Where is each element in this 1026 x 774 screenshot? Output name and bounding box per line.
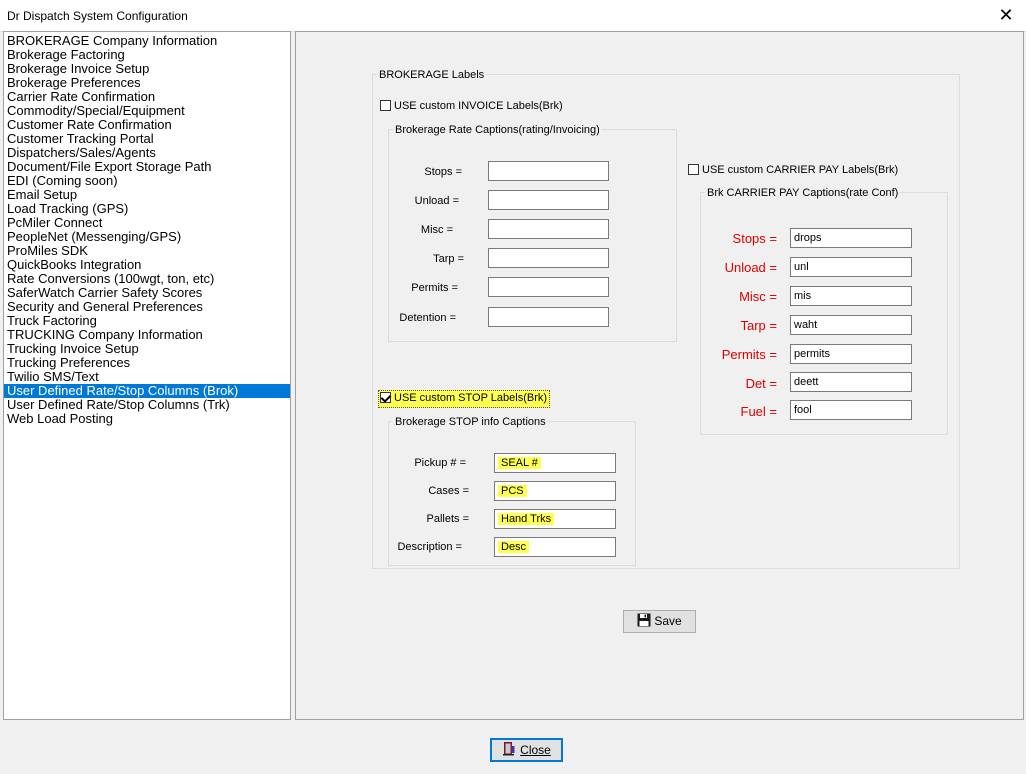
- rate-unload-label: Unload =: [414, 195, 459, 207]
- save-button[interactable]: Save: [623, 610, 696, 633]
- carrier-fuel-label: Fuel =: [740, 404, 778, 419]
- brokerage-labels-title: BROKERAGE Labels: [377, 69, 487, 81]
- category-item[interactable]: PeopleNet (Messenging/GPS): [4, 230, 290, 244]
- rate-permits-label: Permits =: [411, 282, 458, 294]
- stop-cases-label: Cases =: [428, 485, 469, 497]
- stop-pallets-value: Hand Trks: [498, 513, 555, 525]
- stop-labels-checkbox[interactable]: USE custom STOP Labels(Brk): [378, 390, 551, 408]
- carrier-stops-label: Stops =: [732, 231, 777, 246]
- floppy-disk-icon: [637, 613, 651, 627]
- category-item[interactable]: TRUCKING Company Information: [4, 328, 290, 342]
- category-item[interactable]: QuickBooks Integration: [4, 258, 290, 272]
- save-button-label: Save: [654, 614, 682, 628]
- category-item[interactable]: Truck Factoring: [4, 314, 290, 328]
- rate-misc-input[interactable]: [488, 219, 609, 239]
- carrier-fuel-input[interactable]: fool: [790, 400, 912, 420]
- category-item[interactable]: PcMiler Connect: [4, 216, 290, 230]
- stop-pickup-value: SEAL #: [498, 457, 541, 469]
- carrier-permits-input[interactable]: permits: [790, 344, 912, 364]
- door-exit-icon: [503, 742, 515, 756]
- stop-pickup-input[interactable]: SEAL #: [494, 453, 616, 473]
- category-item-selected[interactable]: User Defined Rate/Stop Columns (Brok): [4, 384, 290, 398]
- stop-pallets-input[interactable]: Hand Trks: [494, 509, 616, 529]
- close-button[interactable]: Close: [490, 738, 563, 762]
- category-item[interactable]: Brokerage Factoring: [4, 48, 290, 62]
- rate-detention-input[interactable]: [488, 307, 609, 327]
- stop-cases-value: PCS: [498, 485, 527, 497]
- rate-permits-input[interactable]: [488, 277, 609, 297]
- category-item[interactable]: Commodity/Special/Equipment: [4, 104, 290, 118]
- carrier-unload-label: Unload =: [724, 260, 777, 275]
- carrier-pay-captions-title: Brk CARRIER PAY Captions(rate Conf): [705, 187, 901, 199]
- rate-detention-label: Detention =: [399, 312, 456, 324]
- settings-panel: BROKERAGE Labels USE custom INVOICE Labe…: [295, 31, 1024, 720]
- close-window-icon[interactable]: ✕: [994, 3, 1018, 27]
- category-item[interactable]: BROKERAGE Company Information: [4, 34, 290, 48]
- category-item[interactable]: Security and General Preferences: [4, 300, 290, 314]
- category-item[interactable]: Load Tracking (GPS): [4, 202, 290, 216]
- category-item[interactable]: Brokerage Invoice Setup: [4, 62, 290, 76]
- config-category-list[interactable]: BROKERAGE Company Information Brokerage …: [3, 31, 291, 720]
- category-item[interactable]: Document/File Export Storage Path: [4, 160, 290, 174]
- rate-tarp-input[interactable]: [488, 248, 609, 268]
- stop-pallets-label: Pallets =: [426, 513, 470, 525]
- category-item[interactable]: Web Load Posting: [4, 412, 290, 426]
- rate-tarp-label: Tarp =: [433, 253, 464, 265]
- stop-captions-title: Brokerage STOP info Captions: [393, 416, 548, 428]
- rate-stops-label: Stops =: [424, 166, 462, 178]
- category-item[interactable]: Trucking Invoice Setup: [4, 342, 290, 356]
- close-button-label: Close: [520, 743, 551, 757]
- category-item[interactable]: Customer Tracking Portal: [4, 132, 290, 146]
- carrier-misc-input[interactable]: mis: [790, 286, 912, 306]
- stop-pickup-label: Pickup # =: [414, 457, 466, 469]
- stop-description-label: Description =: [397, 541, 462, 553]
- category-item[interactable]: Brokerage Preferences: [4, 76, 290, 90]
- category-item[interactable]: Trucking Preferences: [4, 356, 290, 370]
- category-item[interactable]: ProMiles SDK: [4, 244, 290, 258]
- rate-stops-input[interactable]: [488, 161, 609, 181]
- carrier-misc-label: Misc =: [739, 289, 777, 304]
- invoice-labels-checkbox-label: USE custom INVOICE Labels(Brk): [394, 100, 563, 112]
- stop-description-input[interactable]: Desc: [494, 537, 616, 557]
- rate-captions-title: Brokerage Rate Captions(rating/Invoicing…: [393, 124, 602, 136]
- title-bar: Dr Dispatch System Configuration ✕: [0, 0, 1026, 32]
- carrier-unload-input[interactable]: unl: [790, 257, 912, 277]
- category-item[interactable]: Twilio SMS/Text: [4, 370, 290, 384]
- carrier-tarp-label: Tarp =: [740, 318, 778, 333]
- stop-cases-input[interactable]: PCS: [494, 481, 616, 501]
- category-item[interactable]: User Defined Rate/Stop Columns (Trk): [4, 398, 290, 412]
- category-item[interactable]: Dispatchers/Sales/Agents: [4, 146, 290, 160]
- category-item[interactable]: Rate Conversions (100wgt, ton, etc): [4, 272, 290, 286]
- rate-misc-label: Misc =: [420, 224, 453, 236]
- category-item[interactable]: Customer Rate Confirmation: [4, 118, 290, 132]
- carrier-pay-labels-checkbox[interactable]: USE custom CARRIER PAY Labels(Brk): [688, 164, 898, 178]
- window-title: Dr Dispatch System Configuration: [7, 9, 188, 23]
- checkbox-box[interactable]: [688, 164, 699, 175]
- carrier-det-label: Det =: [745, 376, 777, 391]
- stop-description-value: Desc: [498, 541, 530, 553]
- category-item[interactable]: SaferWatch Carrier Safety Scores: [4, 286, 290, 300]
- category-item[interactable]: Email Setup: [4, 188, 290, 202]
- category-item[interactable]: Carrier Rate Confirmation: [4, 90, 290, 104]
- carrier-pay-labels-checkbox-label: USE custom CARRIER PAY Labels(Brk): [702, 164, 899, 176]
- carrier-permits-label: Permits =: [721, 347, 777, 362]
- checkbox-checked-icon[interactable]: [380, 392, 391, 403]
- rate-unload-input[interactable]: [488, 190, 609, 210]
- carrier-stops-input[interactable]: drops: [790, 228, 912, 248]
- checkbox-box[interactable]: [380, 100, 391, 111]
- carrier-det-input[interactable]: deett: [790, 372, 912, 392]
- invoice-labels-checkbox[interactable]: USE custom INVOICE Labels(Brk): [380, 100, 563, 114]
- stop-labels-checkbox-label: USE custom STOP Labels(Brk): [394, 392, 548, 404]
- carrier-tarp-input[interactable]: waht: [790, 315, 912, 335]
- category-item[interactable]: EDI (Coming soon): [4, 174, 290, 188]
